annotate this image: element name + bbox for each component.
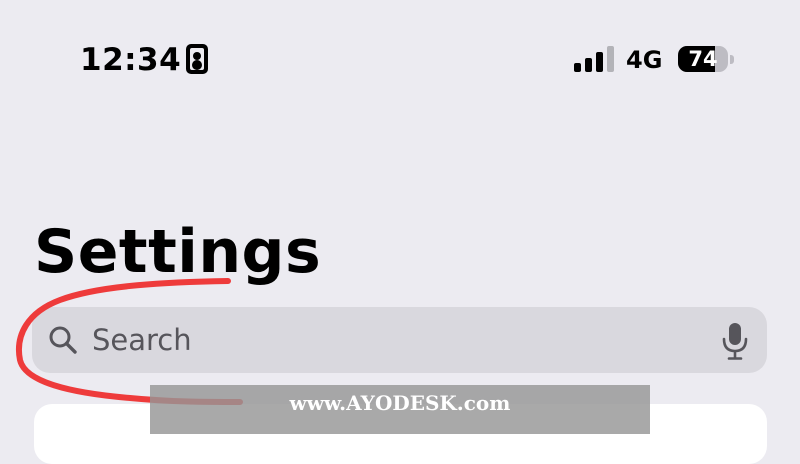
signal-bar — [607, 46, 614, 72]
watermark-banner: www.AYODESK.com — [150, 385, 650, 434]
battery-cap — [730, 55, 734, 64]
battery-icon: 74 — [678, 46, 728, 72]
search-input[interactable] — [92, 307, 692, 373]
search-icon — [49, 326, 77, 354]
microphone-icon[interactable] — [720, 321, 750, 361]
person-badge-icon — [186, 44, 208, 74]
page-title: Settings — [34, 217, 322, 287]
cellular-signal-icon — [574, 46, 614, 72]
status-bar: 12:34 4G 74 — [0, 0, 800, 110]
search-bar[interactable] — [32, 307, 767, 373]
signal-bar — [596, 52, 603, 72]
battery-percent: 74 — [688, 47, 718, 71]
network-type: 4G — [626, 46, 663, 74]
signal-bar — [585, 58, 592, 72]
signal-bar — [574, 63, 581, 72]
status-time: 12:34 — [80, 42, 182, 78]
